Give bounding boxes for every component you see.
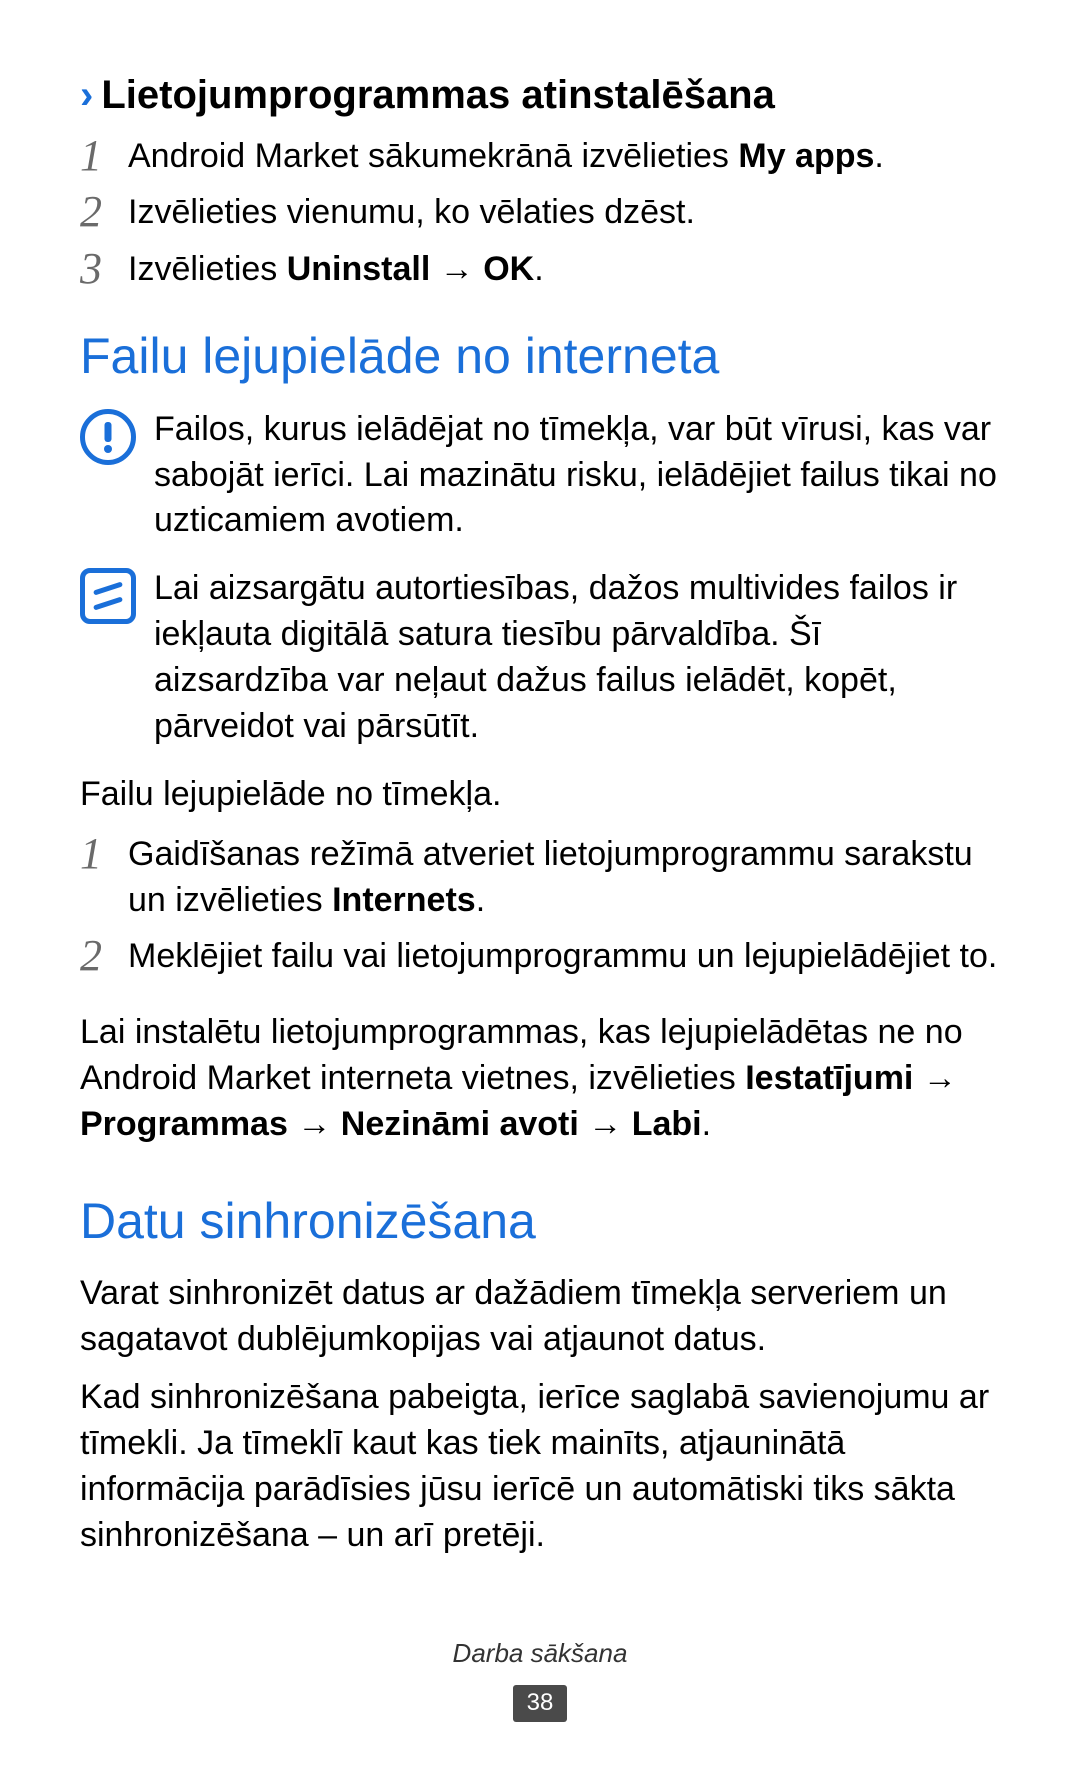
step-text: Android Market sākumekrānā izvēlieties M… xyxy=(128,132,1000,180)
chevron-right-icon: › xyxy=(80,68,93,122)
list-item: 1 Gaidīšanas režīmā atveriet lietojumpro… xyxy=(80,830,1000,924)
subheading-text: Lietojumprogrammas atinstalēšana xyxy=(101,68,775,122)
list-item: 2 Izvēlieties vienumu, ko vēlaties dzēst… xyxy=(80,188,1000,236)
warning-text: Failos, kurus ielādējat no tīmekļa, var … xyxy=(154,407,1000,545)
step-text: Izvēlieties Uninstall → OK. xyxy=(128,245,1000,293)
step-number: 2 xyxy=(80,188,128,236)
step-number: 1 xyxy=(80,830,128,878)
step-number: 3 xyxy=(80,245,128,293)
warning-callout: Failos, kurus ielādējat no tīmekļa, var … xyxy=(80,407,1000,545)
sync-paragraph-1: Varat sinhronizēt datus ar dažādiem tīme… xyxy=(80,1271,1000,1363)
step-number: 1 xyxy=(80,132,128,180)
bold-text: Internets xyxy=(332,881,476,919)
list-item: 3 Izvēlieties Uninstall → OK. xyxy=(80,245,1000,293)
page-number: 38 xyxy=(513,1685,568,1721)
step-text: Gaidīšanas režīmā atveriet lietojumprogr… xyxy=(128,830,1000,924)
step-text: Meklējiet failu vai lietojumprogrammu un… xyxy=(128,932,1000,980)
heading-download: Failu lejupielāde no interneta xyxy=(80,323,1000,391)
bold-text: My apps xyxy=(738,137,874,175)
sync-paragraph-2: Kad sinhronizēšana pabeigta, ierīce sagl… xyxy=(80,1375,1000,1559)
step-text: Izvēlieties vienumu, ko vēlaties dzēst. xyxy=(128,188,1000,236)
manual-page: › Lietojumprogrammas atinstalēšana 1 And… xyxy=(0,0,1080,1771)
list-item: 2 Meklējiet failu vai lietojumprogrammu … xyxy=(80,932,1000,980)
step-number: 2 xyxy=(80,932,128,980)
download-steps: 1 Gaidīšanas režīmā atveriet lietojumpro… xyxy=(80,830,1000,980)
page-footer: Darba sākšana 38 xyxy=(0,1636,1080,1723)
download-intro: Failu lejupielāde no tīmekļa. xyxy=(80,772,1000,818)
heading-sync: Datu sinhronizēšana xyxy=(80,1188,1000,1256)
warning-icon xyxy=(80,409,136,465)
list-item: 1 Android Market sākumekrānā izvēlieties… xyxy=(80,132,1000,180)
bold-text: Uninstall → OK xyxy=(287,250,534,288)
install-note: Lai instalētu lietojumprogrammas, kas le… xyxy=(80,1010,1000,1148)
note-icon xyxy=(80,568,136,624)
note-text: Lai aizsargātu autortiesības, dažos mult… xyxy=(154,566,1000,750)
subheading-uninstall: › Lietojumprogrammas atinstalēšana xyxy=(80,68,1000,122)
note-callout: Lai aizsargātu autortiesības, dažos mult… xyxy=(80,566,1000,750)
footer-title: Darba sākšana xyxy=(0,1636,1080,1671)
uninstall-steps: 1 Android Market sākumekrānā izvēlieties… xyxy=(80,132,1000,293)
